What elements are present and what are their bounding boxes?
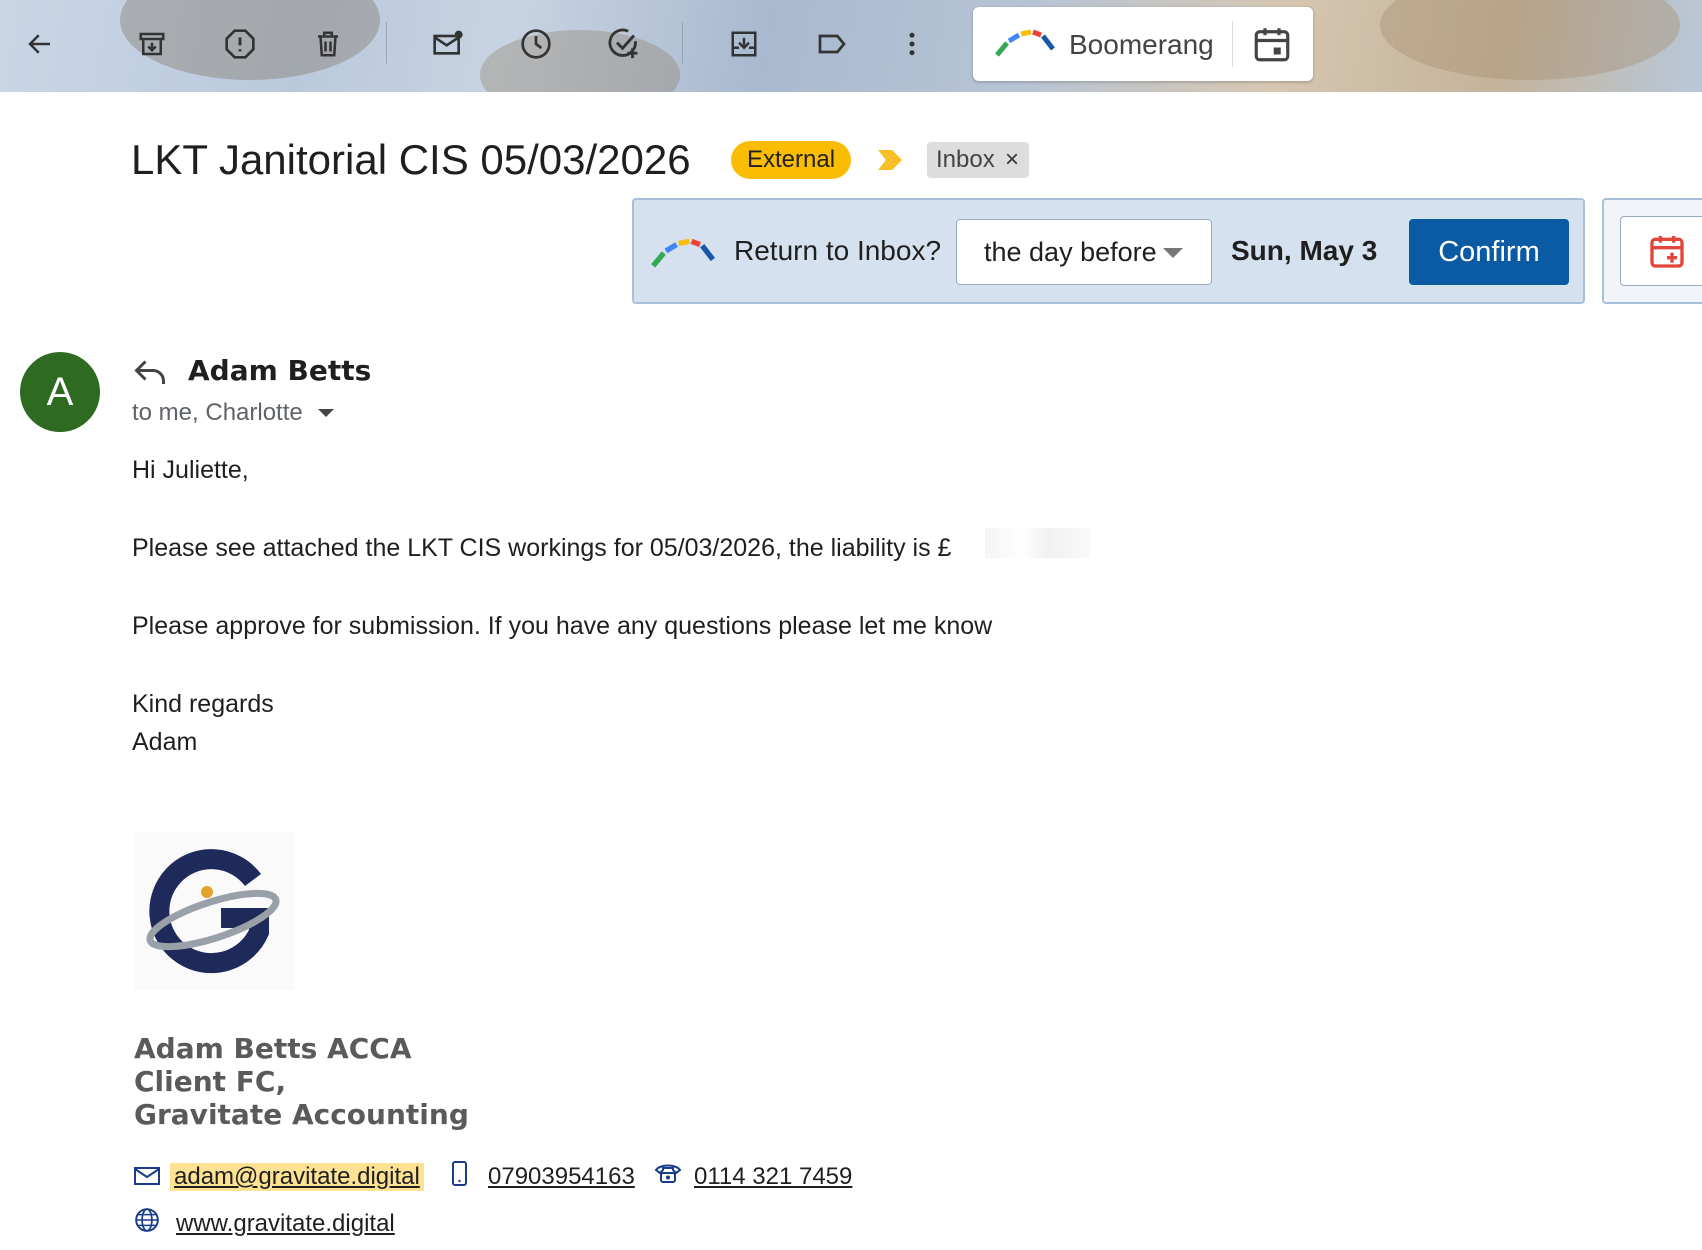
return-time-dropdown[interactable]: the day before — [956, 219, 1212, 285]
email-subject: LKT Janitorial CIS 05/03/2026 — [131, 136, 691, 183]
chevron-down-icon — [1163, 248, 1183, 258]
body-greeting: Hi Juliette, — [132, 456, 249, 484]
background-branch — [480, 30, 680, 92]
confirm-button[interactable]: Confirm — [1409, 219, 1569, 285]
signature-role: Client FC, — [134, 1065, 287, 1098]
email-icon — [134, 1167, 160, 1185]
return-date: Sun, May 3 — [1231, 235, 1378, 266]
boomerang-return-bar: Return to Inbox? the day before Sun, May… — [632, 198, 1585, 304]
redacted-amount — [985, 528, 1091, 558]
more-options-button[interactable] — [890, 22, 934, 66]
boomerang-logo-icon — [995, 29, 1055, 57]
body-closing: Kind regards — [132, 690, 274, 718]
boomerang-button[interactable]: Boomerang — [973, 7, 1313, 81]
website-link[interactable]: www.gravitate.digital — [168, 1210, 395, 1238]
toolbar-separator — [682, 22, 683, 64]
toolbar-separator — [386, 22, 387, 64]
inbox-label-chip: Inbox × — [927, 142, 1029, 178]
delete-icon — [318, 31, 338, 57]
mobile-phone-icon — [452, 1161, 467, 1186]
signature-name: Adam Betts ACCA — [134, 1032, 412, 1065]
boomerang-calendar-panel — [1602, 198, 1702, 304]
calendar-add-icon — [1650, 236, 1684, 268]
return-to-inbox-label: Return to Inbox? — [734, 235, 942, 266]
more-vert-icon — [909, 32, 915, 56]
background-branch — [1380, 0, 1680, 80]
mark-unread-button[interactable] — [426, 22, 470, 66]
move-to-icon — [731, 31, 757, 57]
sender-name[interactable]: Adam Betts — [188, 354, 371, 387]
label-button[interactable] — [810, 22, 854, 66]
snooze-button[interactable] — [514, 22, 558, 66]
label-icon — [818, 34, 846, 54]
snooze-icon — [521, 29, 551, 59]
boomerang-divider — [1232, 21, 1233, 67]
inbox-label-text: Inbox — [936, 146, 995, 173]
calendar-icon[interactable] — [1251, 23, 1293, 65]
reply-icon[interactable] — [132, 357, 168, 387]
external-badge: External — [731, 141, 852, 179]
recipients-line: to me, Charlotte — [132, 399, 303, 426]
delete-button[interactable] — [306, 22, 350, 66]
back-arrow-icon — [28, 34, 50, 54]
mark-unread-icon — [433, 30, 463, 55]
add-to-tasks-icon — [608, 28, 638, 59]
mobile-link[interactable]: 07903954163 — [482, 1163, 635, 1191]
boomerang-label: Boomerang — [1069, 29, 1214, 60]
toolbar: Boomerang — [0, 0, 1702, 92]
signature-company: Gravitate Accounting — [134, 1098, 469, 1131]
report-spam-icon — [225, 29, 255, 59]
report-spam-button[interactable] — [218, 22, 262, 66]
telephone-link[interactable]: 0114 321 7459 — [688, 1163, 852, 1191]
return-time-value: the day before — [984, 237, 1157, 267]
archive-button[interactable] — [130, 22, 174, 66]
archive-icon — [139, 32, 165, 56]
show-details-icon[interactable] — [318, 409, 334, 417]
back-button[interactable] — [18, 22, 62, 66]
company-logo — [135, 832, 295, 990]
importance-marker-icon[interactable] — [876, 148, 904, 172]
move-to-button[interactable] — [722, 22, 766, 66]
add-to-calendar-button[interactable] — [1620, 216, 1702, 286]
body-paragraph: Please approve for submission. If you ha… — [132, 612, 993, 640]
email-link[interactable]: adam@gravitate.digital — [170, 1163, 424, 1191]
remove-label-button[interactable]: × — [1005, 142, 1019, 178]
globe-icon — [135, 1208, 159, 1232]
add-to-tasks-button[interactable] — [602, 22, 646, 66]
body-paragraph: Please see attached the LKT CIS workings… — [132, 534, 952, 562]
boomerang-logo-icon — [651, 238, 715, 268]
body-signoff: Adam — [132, 728, 198, 756]
sender-avatar[interactable]: A — [20, 352, 100, 432]
telephone-icon — [654, 1164, 682, 1183]
